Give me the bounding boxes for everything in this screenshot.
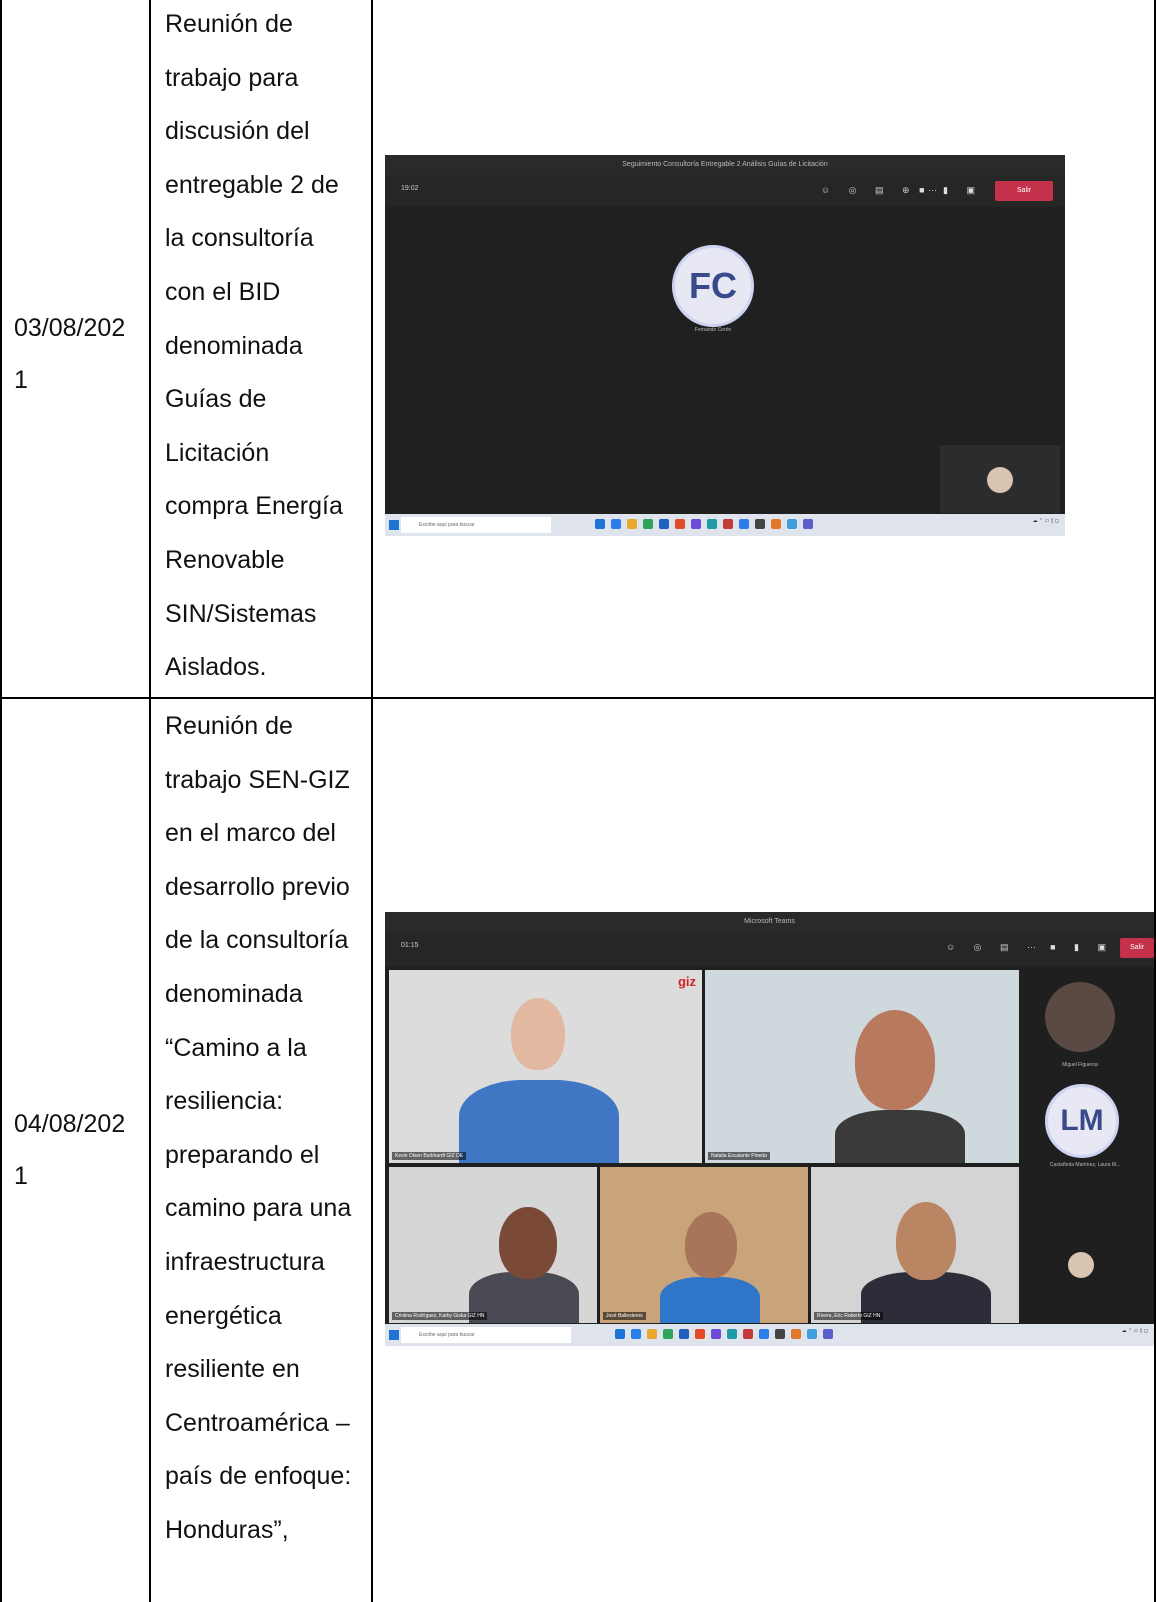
windows-start-icon [389,520,399,530]
meeting-toolbar: 19:02 ☺ ◎ ▤ ⊕ ⋯ ■ ▮ ▣ Salir [385,175,1065,207]
toolbar-icons: ☺ ◎ ▤ ⋯ [945,942,1044,952]
participant-label: Rivera, Eric Roberto GIZ HN [814,1312,884,1320]
participant-body [459,1080,619,1163]
video-tile-2: Natalia Escalante Pineda [705,970,1019,1163]
participant-body [660,1277,760,1323]
video-tile-1: giz Kevin Olsen Burkhardt GIZ DE [389,970,702,1163]
device-icons: ■ ▮ ▣ [1050,942,1114,952]
window-title: Microsoft Teams [385,912,1154,932]
taskbar-search: Escribe aquí para buscar [401,517,551,533]
video-tile-3: Cristina Rodríguez, Kathy Giska GIZ HN [389,1167,597,1323]
table-row-separator [0,697,1156,699]
meeting-toolbar: 01:15 ☺ ◎ ▤ ⋯ ■ ▮ ▣ Salir [385,932,1154,966]
participant-label: Natalia Escalante Pineda [708,1152,770,1160]
participant-name: Castañeda Martínez, Laura M... [1049,1162,1121,1168]
participant-label: Cristina Rodríguez, Kathy Giska GIZ HN [392,1312,488,1320]
system-tray: ☁ ⌃ ▭ ▯ ◻ [1032,518,1059,524]
participant-head [511,998,565,1070]
device-icons: ■ ▮ ▣ [919,185,983,195]
participant-avatar-initials: LM [1045,1084,1119,1158]
participant-label: José Ballesteros [603,1312,646,1320]
participant-head [685,1212,737,1278]
row-2-date: 04/08/202 1 [14,1110,126,1190]
video-tile-4: José Ballesteros [600,1167,808,1323]
video-tile-5: Rivera, Eric Roberto GIZ HN [811,1167,1019,1323]
self-view-tile [940,445,1060,513]
participant-name: Fernando Cerón [694,327,732,333]
system-tray: ☁ ⌃ ▭ ▯ ◻ [1121,1328,1148,1334]
table-divider-desc [371,0,373,1602]
leave-button: Salir [1120,938,1154,958]
teams-meeting-screenshot-2: Microsoft Teams 01:15 ☺ ◎ ▤ ⋯ ■ ▮ ▣ Sali… [385,912,1154,1346]
participant-avatar: FC [672,245,754,327]
meeting-timer: 01:15 [401,942,419,949]
row-1-date: 03/08/202 1 [14,314,126,394]
participant-label: Kevin Olsen Burkhardt GIZ DE [392,1152,467,1160]
taskbar-app-icons [595,519,813,531]
participant-head [499,1207,557,1279]
participant-name: Miguel Figueroa [1062,1062,1098,1068]
meeting-timer: 19:02 [401,185,419,192]
self-avatar [987,467,1013,493]
self-avatar [1068,1252,1094,1278]
row-1-description: Reunión de trabajo para discusión del en… [165,10,343,682]
teams-meeting-screenshot-1: Seguimiento Consultoría Entregable 2 Aná… [385,155,1065,536]
activity-table: 03/08/202 1 Reunión de trabajo para disc… [0,0,1156,1602]
window-title: Seguimiento Consultoría Entregable 2 Aná… [385,155,1065,175]
participant-head [896,1202,956,1280]
taskbar-search: Escribe aquí para buscar [401,1327,571,1343]
leave-button: Salir [995,181,1053,201]
windows-start-icon [389,1330,399,1340]
giz-logo: giz [677,974,696,989]
participant-head [855,1010,935,1110]
row-2-description: Reunión de trabajo SEN-GIZ en el marco d… [165,712,352,1544]
table-divider-date [149,0,151,1602]
windows-taskbar: Escribe aquí para buscar ☁ ⌃ ▭ ▯ ◻ [385,1324,1154,1346]
participant-body [835,1110,965,1163]
participant-avatar-photo [1045,982,1115,1052]
windows-taskbar: Escribe aquí para buscar ☁ ⌃ ▭ ▯ ◻ [385,514,1065,536]
table-border-left [0,0,2,1602]
taskbar-app-icons [615,1329,833,1341]
